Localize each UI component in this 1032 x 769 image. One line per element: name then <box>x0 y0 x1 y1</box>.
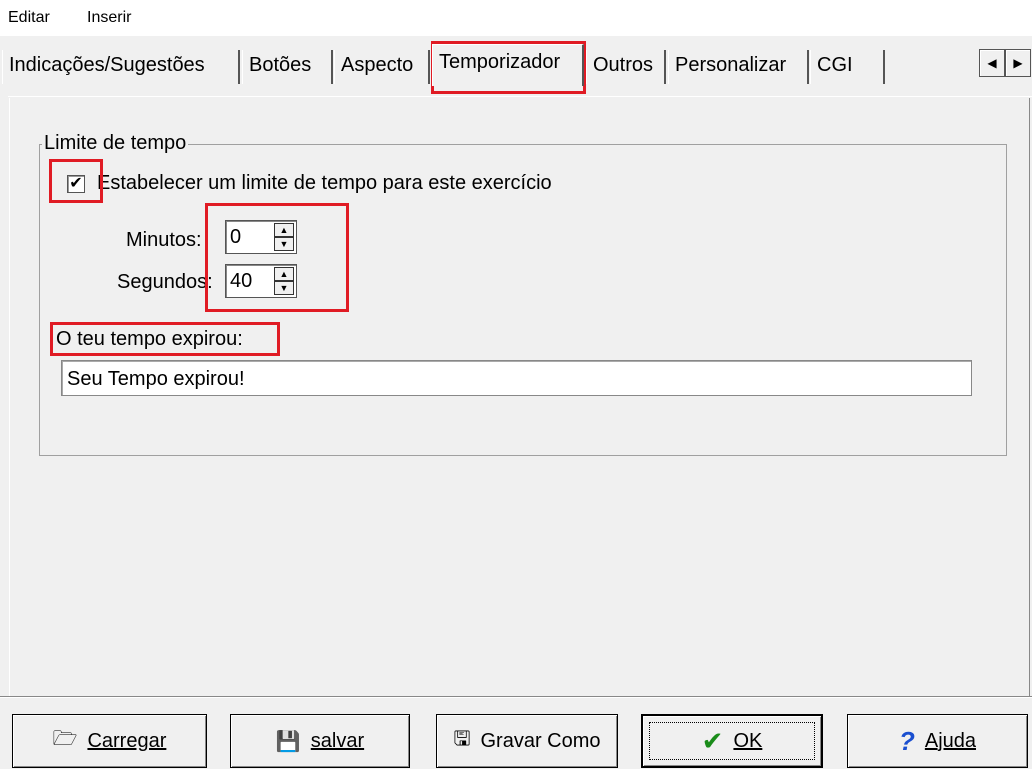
time-expired-message-value[interactable]: Seu Tempo expirou! <box>67 368 245 391</box>
tab-indicacoes-sugestoes[interactable]: Indicações/Sugestões <box>2 50 240 84</box>
time-limit-checkbox-label[interactable]: Estabelecer um limite de tempo para este… <box>97 172 552 195</box>
tab-aspecto[interactable]: Aspecto <box>334 50 430 84</box>
highlight-expired-label <box>50 322 280 356</box>
time-expired-message-input[interactable]: Seu Tempo expirou! <box>61 360 972 396</box>
seconds-label: Segundos: <box>117 271 213 293</box>
tab-botoes[interactable]: Botões <box>242 50 333 84</box>
menu-editar[interactable]: Editar <box>8 9 50 27</box>
ok-button[interactable]: ✔ OK <box>641 714 823 768</box>
tab-personalizar[interactable]: Personalizar <box>668 50 809 84</box>
save-as-button-label: Gravar Como <box>480 729 601 752</box>
highlight-checkbox <box>49 159 103 203</box>
menu-bar: Editar Inserir <box>0 0 1032 36</box>
floppy-disk-icon: 💾 <box>275 730 301 753</box>
menu-inserir[interactable]: Inserir <box>87 9 131 27</box>
time-limit-group-title: Limite de tempo <box>42 131 189 155</box>
help-button[interactable]: ? Ajuda <box>847 714 1028 768</box>
arrow-right-icon: ▶ <box>1013 56 1023 70</box>
help-button-label: Ajuda <box>924 729 977 752</box>
tab-temporizador[interactable]: Temporizador <box>432 44 584 86</box>
tab-cgi[interactable]: CGI <box>810 50 885 84</box>
highlight-time-inputs <box>205 203 349 312</box>
save-button-label: salvar <box>310 729 365 752</box>
load-button-label: Carregar <box>87 729 167 752</box>
minutes-label: Minutos: <box>126 229 202 251</box>
tab-outros[interactable]: Outros <box>586 50 666 84</box>
save-button[interactable]: 💾 salvar <box>230 714 410 768</box>
save-as-icon: 🖫 <box>453 728 471 750</box>
question-mark-icon: ? <box>898 725 915 756</box>
arrow-left-icon: ◀ <box>987 56 997 70</box>
tab-scroll-left-button[interactable]: ◀ <box>979 49 1005 77</box>
load-button[interactable]: 🗁 Carregar <box>12 714 207 768</box>
focus-ring <box>649 722 815 760</box>
folder-open-icon: 🗁 <box>52 728 78 750</box>
save-as-button[interactable]: 🖫 Gravar Como <box>436 714 618 768</box>
tab-baseline <box>8 96 1032 97</box>
tab-scroll-right-button[interactable]: ▶ <box>1005 49 1031 77</box>
